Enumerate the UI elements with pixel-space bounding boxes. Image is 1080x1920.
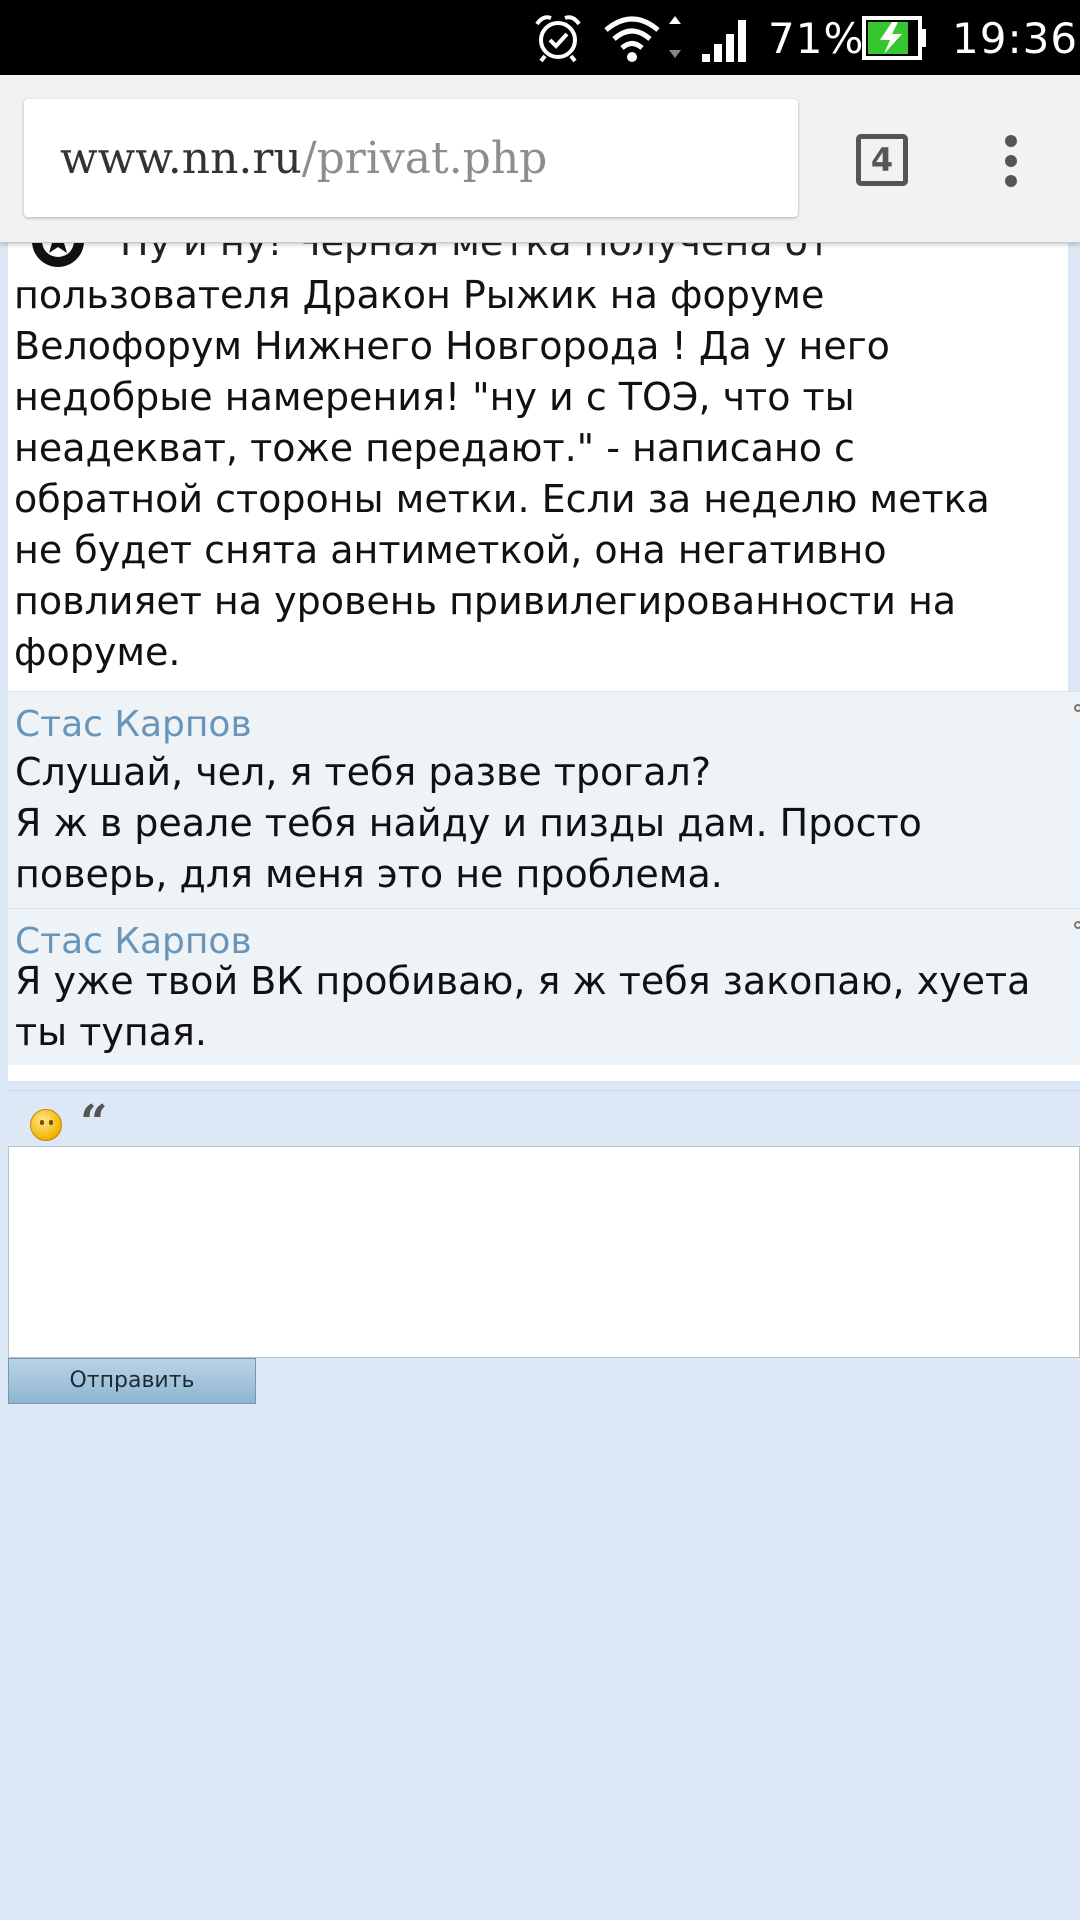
url-domain: www.nn.ru	[60, 133, 302, 184]
message-text-line: Слушай, чел, я тебя разве трогал?	[15, 750, 712, 794]
notice-text-line: форуме.	[14, 630, 181, 674]
message-corner-icon	[1074, 704, 1080, 712]
status-bar: 71% 19:36	[0, 0, 1080, 75]
wifi-icon	[604, 16, 681, 62]
menu-dot-icon	[1005, 175, 1017, 187]
notice-text-line: Велофорум Нижнего Новгорода ! Да у него	[14, 324, 890, 368]
battery-percent: 71%	[768, 14, 865, 63]
reply-textarea[interactable]	[8, 1146, 1080, 1358]
notice-text-line: обратной стороны метки. Если за неделю м…	[14, 477, 990, 521]
message-item: Стас Карпов Я уже твой ВК пробиваю, я ж …	[8, 908, 1080, 1065]
tabs-button[interactable]: 4	[856, 134, 908, 186]
message-text-line: поверь, для меня это не проблема.	[15, 852, 723, 896]
notice-text-line: недобрые намерения! "ну и с ТОЭ, что ты	[14, 375, 855, 419]
send-button[interactable]: Отправить	[8, 1358, 256, 1404]
black-mark-notice: Ну и ну! Черная метка получена от пользо…	[8, 215, 1068, 691]
menu-dot-icon	[1005, 135, 1017, 147]
browser-toolbar: www.nn.ru/privat.php 4	[0, 75, 1080, 243]
smiley-icon[interactable]	[30, 1109, 62, 1141]
overflow-menu-button[interactable]	[996, 135, 1026, 191]
message-text-line: ты тупая.	[15, 1010, 207, 1054]
message-item: Стас Карпов Слушай, чел, я тебя разве тр…	[8, 691, 1080, 908]
message-corner-icon	[1074, 921, 1080, 929]
address-bar[interactable]: www.nn.ru/privat.php	[24, 99, 798, 217]
divider	[8, 1090, 1080, 1091]
notice-text-line: не будет снята антиметкой, она негативно	[14, 528, 887, 572]
url-path: /privat.php	[301, 133, 548, 184]
message-text-line: Я уже твой ВК пробиваю, я ж тебя закопаю…	[15, 959, 1031, 1003]
alarm-icon	[535, 15, 581, 63]
quote-icon[interactable]: “	[80, 1095, 108, 1151]
divider	[8, 1065, 1080, 1081]
clock: 19:36	[952, 14, 1079, 63]
menu-dot-icon	[1005, 155, 1017, 167]
notice-text-line: неадекват, тоже передают." - написано с	[14, 426, 855, 470]
notice-text-line: пользователя Дракон Рыжик на форуме	[14, 273, 825, 317]
signal-icon	[702, 20, 746, 62]
notice-text-line: повлияет на уровень привилегированности …	[14, 579, 957, 623]
message-author-link[interactable]: Стас Карпов	[15, 704, 252, 745]
message-text-line: Я ж в реале тебя найду и пизды дам. Прос…	[15, 801, 922, 845]
battery-charging-icon	[862, 16, 926, 60]
url-text[interactable]: www.nn.ru/privat.php	[60, 133, 547, 184]
